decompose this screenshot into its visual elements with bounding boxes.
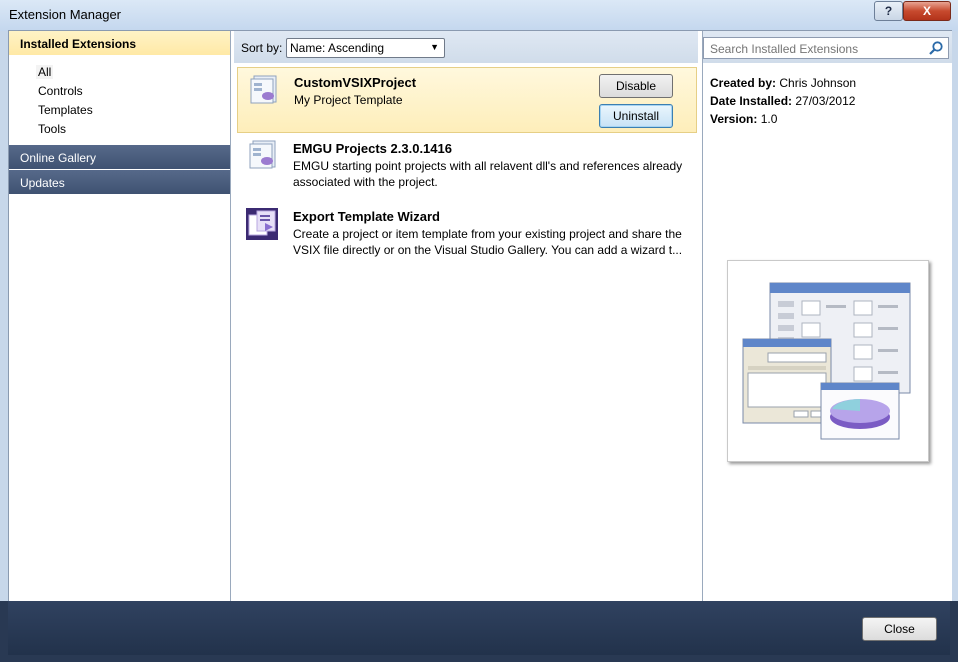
extension-name: Export Template Wizard — [293, 209, 440, 224]
date-installed-label: Date Installed: — [710, 94, 793, 108]
title-bar: Extension Manager ? X — [0, 0, 958, 31]
extension-item-emgu[interactable]: EMGU Projects 2.3.0.1416 EMGU starting p… — [237, 135, 695, 195]
disable-button[interactable]: Disable — [599, 74, 673, 98]
search-box[interactable] — [703, 37, 949, 59]
extension-item-customvsixproject[interactable]: CustomVSIXProject My Project Template Di… — [237, 67, 697, 133]
left-nav: Installed Extensions All Controls Templa… — [9, 31, 231, 601]
detail-version: Version: 1.0 — [710, 112, 777, 126]
detail-created-by: Created by: Chris Johnson — [710, 76, 856, 90]
wizard-icon — [246, 208, 278, 240]
detail-date-installed: Date Installed: 27/03/2012 — [710, 94, 855, 108]
main-frame: Installed Extensions All Controls Templa… — [8, 30, 952, 602]
sort-value: Name: Ascending — [290, 41, 385, 55]
extension-description-line1: Create a project or item template from y… — [293, 227, 682, 241]
nav-installed-label: Installed Extensions — [20, 37, 137, 51]
search-input[interactable] — [708, 40, 922, 58]
extension-name: CustomVSIXProject — [294, 75, 417, 90]
extension-item-export-template-wizard[interactable]: Export Template Wizard Create a project … — [237, 203, 695, 263]
nav-installed-extensions[interactable]: Installed Extensions — [9, 31, 230, 55]
created-by-label: Created by: — [710, 76, 777, 90]
nav-updates-label: Updates — [20, 176, 65, 190]
help-button[interactable]: ? — [874, 1, 903, 21]
date-installed-value: 27/03/2012 — [795, 94, 856, 108]
footer-inner — [8, 601, 950, 655]
details-panel: Created by: Chris Johnson Date Installed… — [702, 31, 952, 601]
chevron-down-icon: ▼ — [430, 42, 439, 52]
project-template-icon — [250, 75, 277, 104]
nav-online-gallery-label: Online Gallery — [20, 151, 97, 165]
uninstall-button[interactable]: Uninstall — [599, 104, 673, 128]
search-bar — [703, 31, 952, 63]
created-by-value: Chris Johnson — [779, 76, 857, 90]
sort-toolbar: Sort by: Name: Ascending ▼ — [234, 31, 698, 63]
footer-bar — [0, 601, 958, 662]
preview-illustration — [742, 282, 911, 440]
version-value: 1.0 — [760, 112, 778, 126]
sort-label: Sort by: — [241, 41, 283, 55]
nav-updates[interactable]: Updates — [9, 170, 230, 194]
version-label: Version: — [710, 112, 758, 126]
sort-dropdown[interactable]: Name: Ascending ▼ — [286, 38, 445, 58]
extension-description-line1: EMGU starting point projects with all re… — [293, 159, 683, 173]
extension-description-line2: VSIX file directly or on the Visual Stud… — [293, 243, 683, 257]
window-close-button[interactable]: X — [903, 1, 951, 21]
extension-description-line2: associated with the project. — [293, 175, 438, 189]
close-button[interactable]: Close — [862, 617, 937, 641]
extension-name: EMGU Projects 2.3.0.1416 — [293, 141, 452, 156]
project-template-icon — [249, 140, 276, 169]
nav-online-gallery[interactable]: Online Gallery — [9, 145, 230, 169]
extensions-panel: Sort by: Name: Ascending ▼ CustomVSIXPro… — [234, 31, 698, 601]
nav-item-all[interactable]: All — [36, 65, 54, 79]
nav-item-controls[interactable]: Controls — [38, 84, 83, 98]
search-icon[interactable] — [928, 40, 944, 56]
preview-image — [727, 260, 929, 462]
window-title: Extension Manager — [9, 7, 122, 22]
nav-item-tools[interactable]: Tools — [38, 122, 66, 136]
nav-item-templates[interactable]: Templates — [38, 103, 93, 117]
